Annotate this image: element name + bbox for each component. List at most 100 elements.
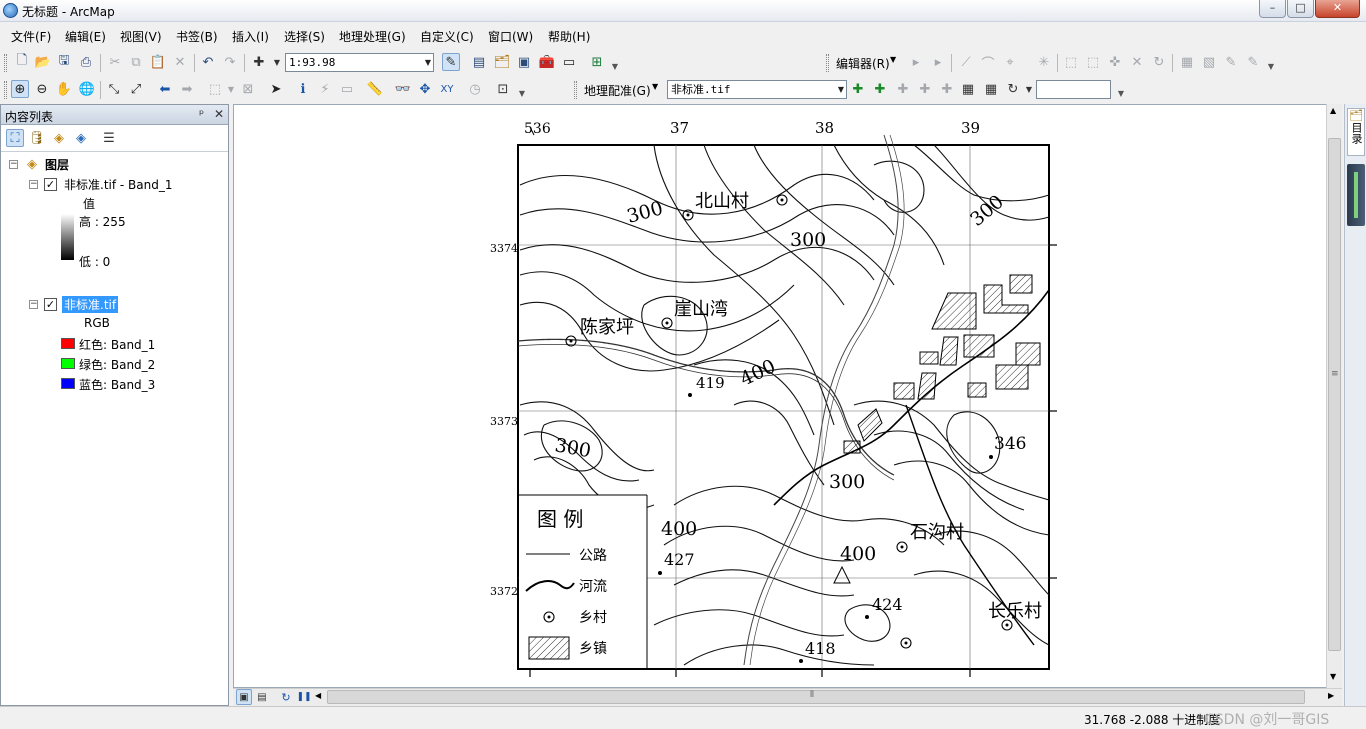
- endpoint-arc-icon[interactable]: ⌒: [979, 53, 997, 72]
- save-icon[interactable]: 🖫: [55, 53, 73, 71]
- menu-windows[interactable]: 窗口(W): [488, 28, 533, 45]
- undo-icon[interactable]: ↶: [199, 53, 217, 71]
- zoom-in-icon[interactable]: ⊕: [11, 80, 29, 98]
- refresh-icon[interactable]: ↻: [278, 689, 294, 705]
- map-scale-combo[interactable]: 1:93.98 ▼: [285, 53, 434, 72]
- minimize-button[interactable]: –: [1259, 0, 1286, 18]
- menu-customize[interactable]: 自定义(C): [420, 28, 474, 45]
- hyperlink-icon[interactable]: ⚡: [316, 80, 334, 98]
- horizontal-scroll-thumb[interactable]: [327, 690, 1305, 704]
- delete-icon[interactable]: ✕: [171, 53, 189, 71]
- close-panel-icon[interactable]: ✕: [214, 107, 224, 121]
- find-binoculars-icon[interactable]: 👓: [394, 80, 412, 98]
- edit-tool-icon[interactable]: ▸: [907, 53, 925, 71]
- map-view[interactable]: 536 37 38 39 3374 3373 3372 300 300 300 …: [233, 104, 1342, 688]
- scale-raster-icon[interactable]: ✚: [938, 80, 956, 98]
- trace-icon[interactable]: ⌖: [1001, 53, 1019, 71]
- collapse-layer2-icon[interactable]: −: [29, 300, 38, 309]
- zoom-out-icon[interactable]: ⊖: [33, 80, 51, 98]
- paste-icon[interactable]: 📋: [149, 53, 167, 71]
- edit-options-icon[interactable]: ✎: [1244, 53, 1262, 71]
- fixed-zoom-out-icon[interactable]: ⤢: [127, 80, 145, 98]
- close-button[interactable]: ✕: [1315, 0, 1360, 18]
- split-icon[interactable]: ✕: [1128, 53, 1146, 71]
- layer1-visibility-checkbox[interactable]: ✓: [44, 178, 57, 191]
- scroll-up-icon[interactable]: ▲: [1330, 106, 1336, 115]
- toolbar-grip[interactable]: [4, 54, 7, 72]
- table-of-contents-icon[interactable]: ▤: [470, 53, 488, 71]
- python-window-icon[interactable]: ▭: [560, 53, 578, 71]
- select-dropdown-icon[interactable]: ▼: [222, 80, 240, 98]
- copy-icon[interactable]: ⧉: [127, 53, 145, 71]
- attributes-icon[interactable]: ▦: [1178, 53, 1196, 71]
- cut-icon[interactable]: ✂: [106, 53, 124, 71]
- editor-toolbar-grip[interactable]: [826, 54, 829, 72]
- rotate-raster-icon[interactable]: ✚: [894, 80, 912, 98]
- editor-toolbar-icon[interactable]: ✎: [442, 53, 460, 71]
- editor-menu[interactable]: 编辑器(R): [836, 55, 890, 72]
- catalog-tab[interactable]: 🗂 目录: [1347, 108, 1365, 156]
- list-by-source-icon[interactable]: 🛢: [28, 129, 46, 147]
- editor-dropdown-icon[interactable]: ▼: [890, 55, 896, 64]
- search-tab[interactable]: [1347, 164, 1365, 226]
- fixed-zoom-in-icon[interactable]: ⤡: [105, 80, 123, 98]
- pause-drawing-icon[interactable]: ❚❚: [296, 689, 312, 705]
- toolbar-options-icon[interactable]: ▼: [610, 54, 620, 74]
- straight-segment-icon[interactable]: ⟋: [957, 53, 975, 71]
- menu-file[interactable]: 文件(F): [11, 28, 51, 45]
- toolbar-grip[interactable]: [4, 81, 7, 99]
- sketch-properties-icon[interactable]: ▧: [1200, 53, 1218, 71]
- menu-view[interactable]: 视图(V): [120, 28, 162, 45]
- menu-edit[interactable]: 编辑(E): [65, 28, 106, 45]
- edit-vertices-icon[interactable]: ⬚: [1062, 53, 1080, 71]
- full-extent-globe-icon[interactable]: 🌐: [78, 80, 96, 98]
- create-viewer-window-icon[interactable]: ⊡: [494, 80, 512, 98]
- clear-selection-icon[interactable]: ⊠: [239, 80, 257, 98]
- collapse-layers-icon[interactable]: −: [9, 160, 18, 169]
- forward-arrow-icon[interactable]: ➡: [178, 80, 196, 98]
- layer2-visibility-checkbox[interactable]: ✓: [44, 298, 57, 311]
- modelbuilder-icon[interactable]: ⊞: [588, 53, 606, 71]
- list-by-selection-icon[interactable]: ◈: [72, 129, 90, 147]
- point-icon[interactable]: ✳: [1035, 53, 1053, 71]
- menu-bookmarks[interactable]: 书签(B): [176, 28, 218, 45]
- shift-raster-icon[interactable]: ✚: [916, 80, 934, 98]
- tools-options-icon[interactable]: ▼: [517, 81, 527, 101]
- search-window-icon[interactable]: ▣: [515, 53, 533, 71]
- new-document-icon[interactable]: 🗋: [13, 53, 31, 71]
- view-link-table-icon[interactable]: ▦: [959, 80, 977, 98]
- editor-options-icon[interactable]: ▼: [1266, 54, 1276, 74]
- layer1-name[interactable]: 非标准.tif - Band_1: [64, 176, 172, 193]
- add-data-icon[interactable]: ✚: [250, 53, 268, 71]
- data-view-icon[interactable]: ▣: [236, 689, 252, 705]
- georef-options-icon[interactable]: ▼: [1116, 81, 1126, 101]
- reshape-icon[interactable]: ⬚: [1084, 53, 1102, 71]
- create-features-icon[interactable]: ✎: [1222, 53, 1240, 71]
- menu-insert[interactable]: 插入(I): [232, 28, 269, 45]
- layer2-name[interactable]: 非标准.tif: [62, 296, 119, 313]
- scroll-right-icon[interactable]: ▶: [1328, 691, 1334, 700]
- georef-toolbar-grip[interactable]: [574, 81, 577, 99]
- toc-options-icon[interactable]: ☰: [100, 129, 118, 147]
- identify-icon[interactable]: ℹ: [294, 80, 312, 98]
- find-route-icon[interactable]: ✥: [416, 80, 434, 98]
- pan-hand-icon[interactable]: ✋: [55, 80, 73, 98]
- layers-root-label[interactable]: 图层: [45, 156, 69, 173]
- maximize-button[interactable]: □: [1287, 0, 1314, 18]
- map-horizontal-scrollbar[interactable]: ▣ ▤ ↻ ❚❚ ◀ ⦀ ▶: [233, 688, 1342, 706]
- georef-value-input[interactable]: [1036, 80, 1111, 99]
- auto-registration-icon[interactable]: ✚: [871, 80, 889, 98]
- cut-polygons-icon[interactable]: ✜: [1106, 53, 1124, 71]
- vertical-scroll-thumb[interactable]: [1328, 138, 1341, 651]
- georef-layer-select[interactable]: 非标准.tif ▼: [667, 80, 847, 99]
- arctoolbox-icon[interactable]: 🧰: [538, 53, 556, 71]
- collapse-layer1-icon[interactable]: −: [29, 180, 38, 189]
- redo-icon[interactable]: ↷: [221, 53, 239, 71]
- georef-dropdown-icon[interactable]: ▼: [652, 82, 658, 91]
- menu-help[interactable]: 帮助(H): [548, 28, 590, 45]
- select-elements-icon[interactable]: ➤: [267, 80, 285, 98]
- list-by-drawing-order-icon[interactable]: ⛶: [6, 129, 24, 147]
- measure-icon[interactable]: 📏: [366, 80, 384, 98]
- go-to-xy-icon[interactable]: XY: [438, 80, 456, 98]
- scroll-left-icon[interactable]: ◀: [315, 691, 321, 700]
